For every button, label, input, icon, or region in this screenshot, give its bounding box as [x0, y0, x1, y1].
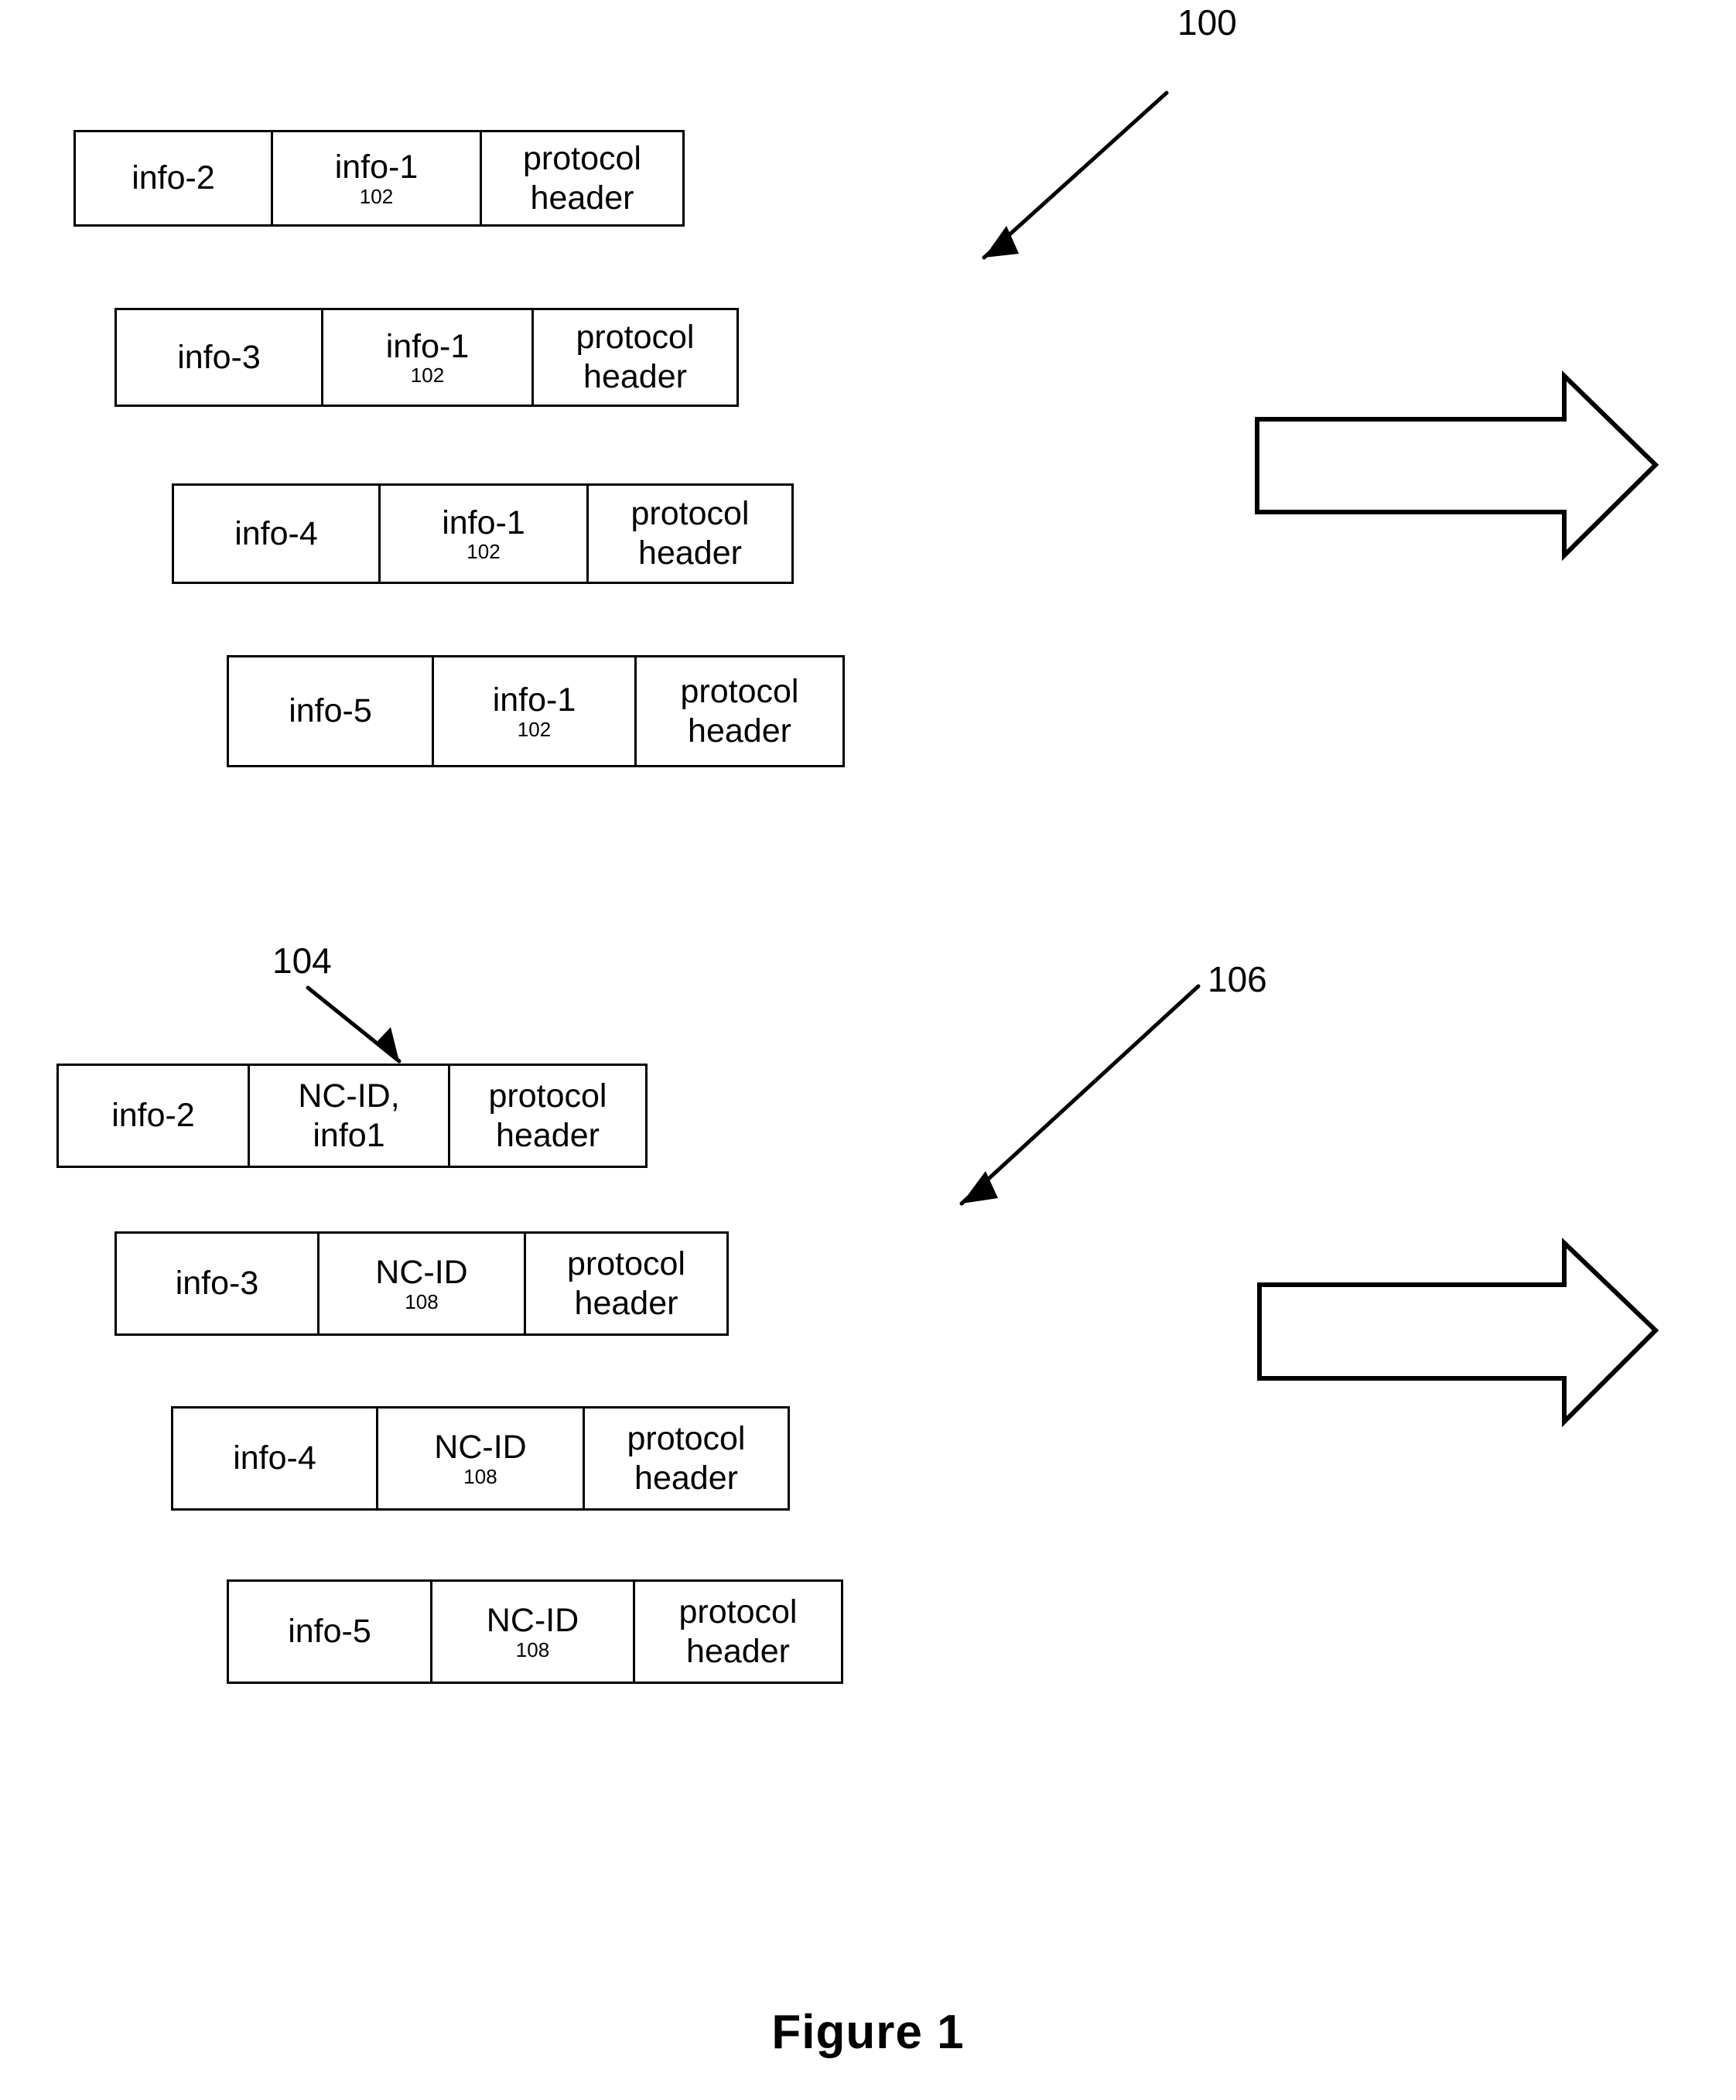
- packet-row: info-5 info-1 102 protocol header: [227, 655, 845, 767]
- cell-label: info-3: [177, 338, 261, 376]
- figure-caption: Figure 1: [771, 2006, 965, 2059]
- packet-cell-info1: info-1 102: [321, 308, 534, 407]
- reference-numeral-104: 104: [272, 941, 332, 981]
- cell-label: info-2: [132, 159, 215, 197]
- packet-cell-payload: info-2: [73, 130, 273, 227]
- cell-label: info-4: [234, 514, 318, 552]
- cell-label: info-1: [385, 327, 470, 365]
- cell-sublabel: 102: [410, 364, 445, 388]
- cell-label: protocol header: [488, 1077, 607, 1154]
- packet-cell-protocol-header: protocol header: [448, 1064, 648, 1168]
- reference-numeral-100: 100: [1177, 2, 1237, 43]
- cell-label: protocol header: [678, 1593, 798, 1670]
- packet-cell-ncid: NC-ID 108: [317, 1231, 526, 1336]
- cell-label: info-2: [111, 1097, 195, 1135]
- cell-sublabel: 102: [359, 184, 394, 208]
- packet-cell-protocol-header: protocol header: [634, 655, 845, 767]
- packet-cell-payload: info-3: [114, 1231, 320, 1336]
- packet-row: info-3 NC-ID 108 protocol header: [114, 1231, 729, 1336]
- packet-row: info-2 NC-ID, info1 protocol header: [56, 1064, 648, 1168]
- cell-sublabel: 108: [463, 1464, 497, 1488]
- leader-arrow-100: [982, 90, 1169, 260]
- cell-label: info-5: [289, 692, 372, 730]
- cell-label: NC-ID: [375, 1254, 468, 1292]
- packet-row: info-2 info-1 102 protocol header: [73, 130, 685, 227]
- cell-label: info-1: [442, 504, 525, 541]
- packet-cell-info1: info-1 102: [271, 130, 482, 227]
- leader-arrow-106: [959, 984, 1201, 1206]
- packet-cell-payload: info-3: [114, 308, 323, 407]
- cell-label: protocol header: [680, 672, 799, 750]
- cell-label: info-4: [233, 1439, 316, 1477]
- reference-numeral-106: 106: [1208, 959, 1267, 999]
- packet-cell-protocol-header: protocol header: [524, 1231, 729, 1336]
- cell-label: NC-ID: [486, 1602, 579, 1640]
- packet-cell-protocol-header: protocol header: [586, 483, 794, 584]
- packet-row: info-4 info-1 102 protocol header: [172, 483, 794, 584]
- packet-cell-info1: info-1 102: [378, 483, 589, 584]
- cell-label: protocol header: [627, 1419, 746, 1497]
- packet-cell-protocol-header: protocol header: [531, 308, 739, 407]
- cell-sublabel: 102: [517, 717, 552, 741]
- packet-cell-ncid: NC-ID, info1: [248, 1064, 450, 1168]
- packet-cell-payload: info-5: [227, 1579, 432, 1684]
- packet-cell-protocol-header: protocol header: [583, 1406, 790, 1511]
- packet-cell-protocol-header: protocol header: [633, 1579, 843, 1684]
- block-arrow-bottom: [1257, 1237, 1659, 1428]
- packet-cell-ncid: NC-ID 108: [376, 1406, 585, 1511]
- cell-label: info-1: [334, 149, 419, 186]
- packet-cell-payload: info-4: [172, 483, 381, 584]
- cell-sublabel: 102: [466, 540, 501, 564]
- packet-row: info-3 info-1 102 protocol header: [114, 308, 739, 407]
- cell-label: NC-ID, info1: [298, 1077, 400, 1154]
- cell-label: info-5: [288, 1613, 371, 1651]
- cell-label: info-3: [175, 1265, 259, 1303]
- cell-label: protocol header: [523, 139, 641, 217]
- block-arrow-top: [1255, 370, 1659, 562]
- cell-label: info-1: [492, 681, 576, 719]
- cell-sublabel: 108: [515, 1637, 550, 1661]
- packet-row: info-4 NC-ID 108 protocol header: [171, 1406, 790, 1511]
- cell-label: NC-ID: [434, 1429, 527, 1467]
- packet-cell-ncid: NC-ID 108: [430, 1579, 635, 1684]
- cell-label: protocol header: [567, 1245, 685, 1322]
- cell-label: protocol header: [576, 319, 695, 395]
- packet-row: info-5 NC-ID 108 protocol header: [227, 1579, 843, 1684]
- cell-sublabel: 108: [405, 1289, 439, 1313]
- packet-cell-payload: info-5: [227, 655, 434, 767]
- leader-arrow-104: [306, 985, 402, 1064]
- cell-label: protocol header: [630, 495, 750, 572]
- packet-cell-info1: info-1 102: [432, 655, 637, 767]
- packet-cell-payload: info-2: [56, 1064, 250, 1168]
- packet-cell-protocol-header: protocol header: [480, 130, 685, 227]
- packet-cell-payload: info-4: [171, 1406, 378, 1511]
